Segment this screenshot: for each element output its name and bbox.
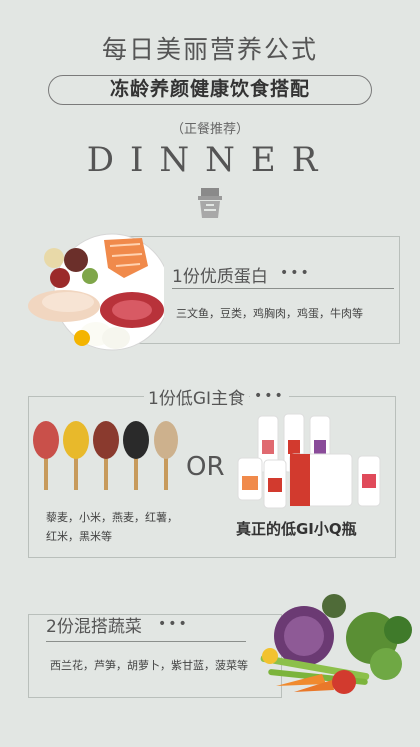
vegetable-dots: ••• [158, 616, 189, 632]
q-bottle-products-image [237, 413, 381, 509]
grain-dots: ••• [250, 388, 289, 404]
protein-plate-image [28, 233, 164, 351]
vegetables-image [260, 594, 412, 694]
protein-items: 三文鱼，豆类，鸡胸肉，鸡蛋，牛肉等 [176, 307, 363, 320]
or-label: OR [186, 452, 225, 482]
dinner-heading: DINNER [86, 140, 334, 180]
protein-dots: ••• [280, 265, 311, 281]
vegetable-title: 2份混搭蔬菜 [46, 617, 142, 637]
page-title: 每日美丽营养公式 [101, 35, 318, 64]
protein-title: 1份优质蛋白 [172, 267, 268, 287]
q-bottle-caption: 真正的低GI小Q瓶 [236, 520, 357, 538]
grain-items-line1: 藜麦，小米，燕麦，红薯， [46, 511, 178, 524]
grain-title: 1份低GI主食 [144, 384, 250, 409]
theme-pill: 冻龄养颜健康饮食搭配 [48, 75, 372, 105]
vegetable-divider [46, 641, 246, 642]
grain-spoons-image [33, 421, 178, 490]
subtitle: （正餐推荐） [170, 122, 249, 137]
protein-divider [172, 288, 394, 289]
grain-items-line2: 红米，黑米等 [46, 530, 112, 543]
vegetable-items: 西兰花，芦笋，胡萝卜，紫甘蓝，菠菜等 [50, 659, 248, 672]
brand-logo-icon [198, 188, 222, 218]
